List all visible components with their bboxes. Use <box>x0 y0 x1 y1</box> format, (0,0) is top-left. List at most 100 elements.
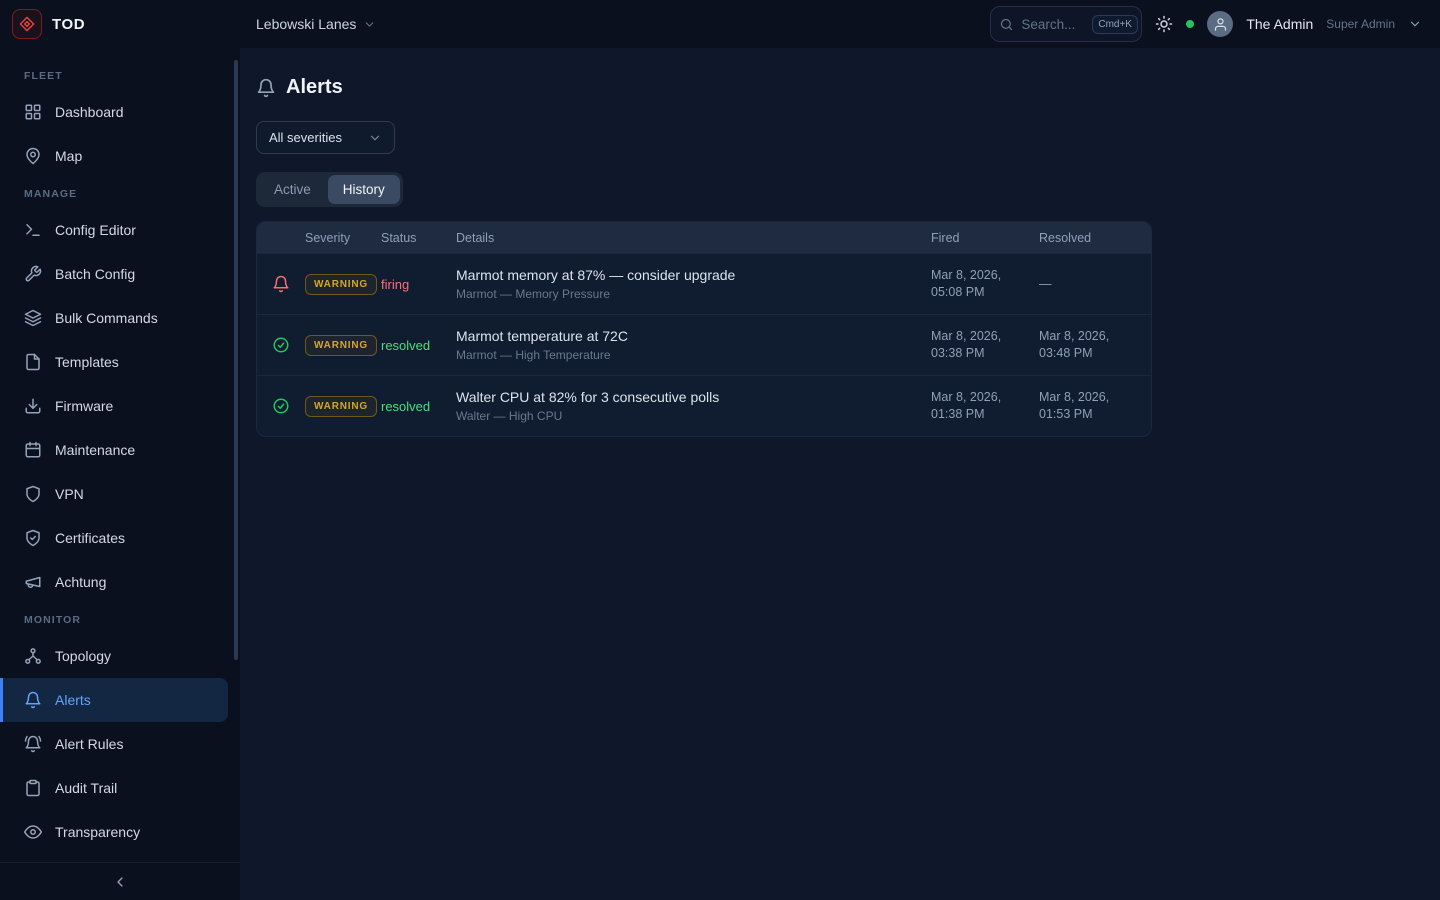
topology-icon <box>24 647 42 665</box>
sidebar-item-batch-config[interactable]: Batch Config <box>0 252 240 296</box>
severity-badge: WARNING <box>305 335 377 356</box>
diamond-logo-icon <box>19 16 35 32</box>
status-text: firing <box>381 277 456 292</box>
sidebar-footer <box>0 862 240 900</box>
sidebar: FLEET Dashboard Map MANAGE Config Editor <box>0 48 240 900</box>
tab-history[interactable]: History <box>328 175 400 204</box>
bell-ring-icon <box>24 735 42 753</box>
sidebar-item-achtung[interactable]: Achtung <box>0 560 240 604</box>
sidebar-item-bulk-commands[interactable]: Bulk Commands <box>0 296 240 340</box>
sidebar-collapse-button[interactable] <box>112 874 128 890</box>
sidebar-item-dashboard[interactable]: Dashboard <box>0 90 240 134</box>
calendar-icon <box>24 441 42 459</box>
chevron-down-icon <box>363 18 376 31</box>
severity-filter-select[interactable]: All severities <box>256 121 395 154</box>
sidebar-item-label: Audit Trail <box>55 780 117 796</box>
alerts-table: Severity Status Details Fired Resolved W… <box>256 221 1152 437</box>
search-box[interactable]: Cmd+K <box>990 6 1142 42</box>
tab-active[interactable]: Active <box>259 175 326 204</box>
column-fired: Fired <box>931 231 1039 245</box>
sidebar-item-maintenance[interactable]: Maintenance <box>0 428 240 472</box>
sidebar-item-label: Achtung <box>55 574 106 590</box>
sun-icon <box>1155 15 1173 33</box>
severity-filter-value: All severities <box>269 130 342 145</box>
table-row[interactable]: WARNING resolved Walter CPU at 82% for 3… <box>257 375 1151 436</box>
sidebar-item-config-editor[interactable]: Config Editor <box>0 208 240 252</box>
main-content: Alerts All severities Active History Sev… <box>240 48 1440 900</box>
topbar: TOD Lebowski Lanes Cmd+K The Admin Su <box>0 0 1440 48</box>
layers-icon <box>24 309 42 327</box>
alert-subtitle: Marmot — Memory Pressure <box>456 287 931 301</box>
bell-alert-icon <box>257 275 305 293</box>
sidebar-item-certificates[interactable]: Certificates <box>0 516 240 560</box>
sidebar-item-label: Transparency <box>55 824 140 840</box>
alert-title: Marmot temperature at 72C <box>456 328 931 344</box>
bell-icon <box>24 691 42 709</box>
sidebar-item-label: Map <box>55 148 82 164</box>
wrench-icon <box>24 265 42 283</box>
alerts-tabs: Active History <box>256 172 403 207</box>
severity-badge: WARNING <box>305 396 377 417</box>
terminal-icon <box>24 221 42 239</box>
sidebar-item-alert-rules[interactable]: Alert Rules <box>0 722 240 766</box>
sidebar-item-label: Bulk Commands <box>55 310 158 326</box>
table-row[interactable]: WARNING firing Marmot memory at 87% — co… <box>257 253 1151 314</box>
column-status: Status <box>381 231 456 245</box>
chevron-left-icon <box>112 874 128 890</box>
sidebar-item-firmware[interactable]: Firmware <box>0 384 240 428</box>
sidebar-section-monitor: MONITOR <box>0 604 240 634</box>
sidebar-item-map[interactable]: Map <box>0 134 240 178</box>
sidebar-item-vpn[interactable]: VPN <box>0 472 240 516</box>
sidebar-item-label: Firmware <box>55 398 113 414</box>
shield-icon <box>24 485 42 503</box>
sidebar-item-label: Topology <box>55 648 111 664</box>
table-header: Severity Status Details Fired Resolved <box>257 222 1151 253</box>
alert-details: Marmot temperature at 72C Marmot — High … <box>456 328 931 362</box>
fired-timestamp: Mar 8, 2026, 03:38 PM <box>931 328 1039 362</box>
severity-badge: WARNING <box>305 274 377 295</box>
theme-toggle-button[interactable] <box>1155 15 1173 33</box>
connection-status-dot <box>1186 20 1194 28</box>
sidebar-scrollbar[interactable] <box>234 60 238 660</box>
page-title: Alerts <box>286 76 343 99</box>
sidebar-item-transparency[interactable]: Transparency <box>0 810 240 854</box>
user-role-badge: Super Admin <box>1326 17 1395 31</box>
sidebar-scroll-area: FLEET Dashboard Map MANAGE Config Editor <box>0 60 240 862</box>
sidebar-item-label: Alert Rules <box>55 736 123 752</box>
sidebar-section-manage: MANAGE <box>0 178 240 208</box>
megaphone-icon <box>24 573 42 591</box>
alert-subtitle: Marmot — High Temperature <box>456 348 931 362</box>
resolved-timestamp: Mar 8, 2026, 03:48 PM <box>1039 328 1151 362</box>
chevron-down-icon <box>368 131 382 145</box>
fired-timestamp: Mar 8, 2026, 01:38 PM <box>931 389 1039 423</box>
search-shortcut-badge: Cmd+K <box>1092 15 1138 34</box>
map-pin-icon <box>24 147 42 165</box>
column-resolved: Resolved <box>1039 231 1151 245</box>
sidebar-item-label: Templates <box>55 354 119 370</box>
alert-details: Walter CPU at 82% for 3 consecutive poll… <box>456 389 931 423</box>
table-row[interactable]: WARNING resolved Marmot temperature at 7… <box>257 314 1151 375</box>
user-menu-chevron-icon[interactable] <box>1408 17 1422 31</box>
sidebar-item-audit-trail[interactable]: Audit Trail <box>0 766 240 810</box>
sidebar-item-label: Config Editor <box>55 222 136 238</box>
shield-check-icon <box>24 529 42 547</box>
sidebar-item-alerts[interactable]: Alerts <box>0 678 228 722</box>
avatar[interactable] <box>1207 11 1233 37</box>
brand: TOD <box>0 9 240 39</box>
status-text: resolved <box>381 338 456 353</box>
sidebar-item-label: VPN <box>55 486 84 502</box>
check-circle-icon <box>257 397 305 415</box>
sidebar-item-topology[interactable]: Topology <box>0 634 240 678</box>
download-icon <box>24 397 42 415</box>
clipboard-icon <box>24 779 42 797</box>
sidebar-item-label: Alerts <box>55 692 91 708</box>
user-icon <box>1213 17 1228 32</box>
org-switcher[interactable]: Lebowski Lanes <box>256 16 376 32</box>
search-icon <box>999 17 1014 32</box>
search-input[interactable] <box>1021 17 1085 32</box>
brand-name: TOD <box>52 16 85 33</box>
status-text: resolved <box>381 399 456 414</box>
fired-timestamp: Mar 8, 2026, 05:08 PM <box>931 267 1039 301</box>
sidebar-section-fleet: FLEET <box>0 60 240 90</box>
sidebar-item-templates[interactable]: Templates <box>0 340 240 384</box>
